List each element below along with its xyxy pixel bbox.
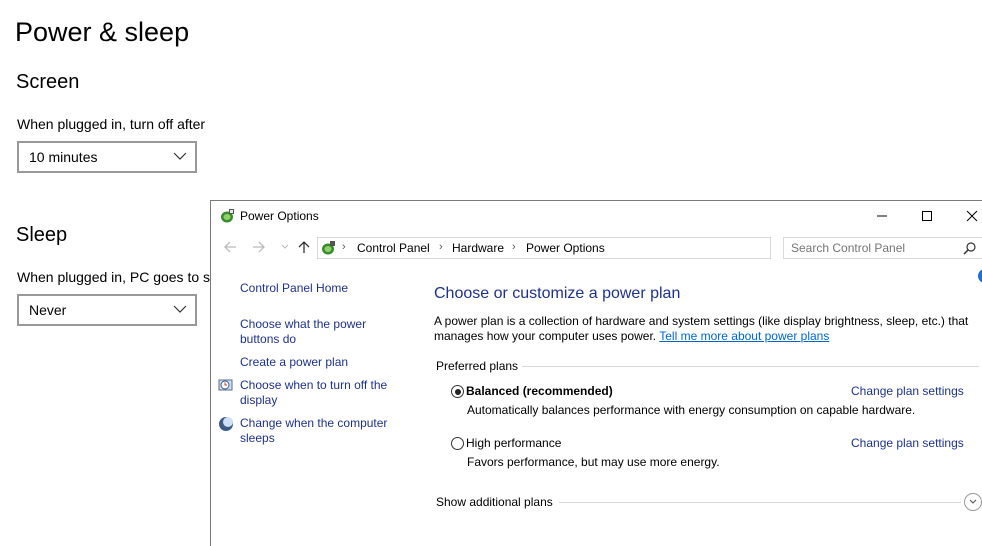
show-additional-plans-label[interactable]: Show additional plans	[436, 495, 553, 509]
maximize-icon	[921, 211, 932, 221]
moon-icon	[219, 417, 233, 431]
forward-arrow-icon	[253, 241, 265, 253]
page-title: Power & sleep	[15, 17, 190, 47]
help-icon[interactable]	[978, 269, 982, 283]
main-heading: Choose or customize a power plan	[434, 285, 681, 302]
sleep-timeout-value: Never	[29, 302, 67, 318]
nav-power-buttons[interactable]: Choose what the power buttons do	[240, 317, 405, 347]
divider	[559, 502, 961, 503]
search-input[interactable]	[791, 241, 956, 255]
plan-name-high-performance[interactable]: High performance	[466, 436, 561, 450]
breadcrumb-power-options[interactable]: Power Options	[526, 241, 605, 255]
chevron-down-icon	[969, 499, 977, 504]
high-performance-radio[interactable]	[451, 437, 464, 450]
expand-additional-plans-button[interactable]	[964, 493, 982, 511]
plan-description-balanced: Automatically balances performance with …	[467, 403, 916, 417]
nav-create-power-plan[interactable]: Create a power plan	[240, 355, 405, 370]
sleep-plugged-label: When plugged in, PC goes to sl	[17, 269, 214, 285]
screen-plugged-label: When plugged in, turn off after	[17, 116, 206, 132]
change-plan-settings-balanced[interactable]: Change plan settings	[851, 384, 964, 398]
up-button[interactable]	[295, 238, 313, 256]
back-arrow-icon	[224, 241, 236, 253]
plan-description-high-performance: Favors performance, but may use more ene…	[467, 455, 720, 469]
clock-monitor-icon	[218, 379, 233, 391]
nav-computer-sleeps[interactable]: Change when the computer sleeps	[240, 416, 405, 446]
divider	[522, 366, 979, 367]
close-icon	[966, 210, 977, 222]
search-control-panel[interactable]	[783, 237, 982, 259]
nav-turn-off-display[interactable]: Choose when to turn off the display	[240, 378, 405, 408]
plan-name-balanced[interactable]: Balanced (recommended)	[466, 384, 613, 398]
power-options-window: Power Options › Control Panel › Hardware…	[210, 200, 982, 546]
window-title: Power Options	[240, 209, 319, 223]
maximize-button[interactable]	[904, 201, 949, 231]
preferred-plans-heading: Preferred plans	[436, 359, 519, 373]
breadcrumb-separator: ›	[342, 241, 346, 253]
power-options-app-icon	[221, 209, 234, 223]
breadcrumb-hardware[interactable]: Hardware	[452, 241, 504, 255]
sleep-heading: Sleep	[16, 224, 68, 246]
address-bar-row: › Control Panel › Hardware › Power Optio…	[211, 235, 982, 261]
back-button[interactable]	[221, 238, 239, 256]
chevron-down-icon	[173, 305, 187, 313]
main-description: A power plan is a collection of hardware…	[434, 314, 979, 344]
screen-heading: Screen	[16, 71, 80, 93]
balanced-radio[interactable]	[451, 385, 464, 398]
search-icon	[963, 242, 976, 255]
nav-control-panel-home[interactable]: Control Panel Home	[240, 281, 405, 296]
chevron-down-icon	[173, 152, 187, 160]
breadcrumb-separator: ›	[439, 241, 443, 253]
control-panel-icon	[322, 241, 335, 255]
screen-timeout-dropdown[interactable]: 10 minutes	[17, 141, 197, 173]
screen-timeout-value: 10 minutes	[29, 149, 98, 165]
title-bar[interactable]: Power Options	[211, 201, 982, 231]
breadcrumb-separator: ›	[512, 241, 516, 253]
minimize-button[interactable]	[859, 201, 904, 231]
chevron-down-icon	[281, 244, 289, 249]
sleep-timeout-dropdown[interactable]: Never	[17, 294, 197, 326]
minimize-icon	[876, 215, 887, 217]
address-bar[interactable]: › Control Panel › Hardware › Power Optio…	[317, 237, 874, 259]
up-arrow-icon	[298, 241, 310, 253]
learn-more-link[interactable]: Tell me more about power plans	[659, 329, 829, 343]
breadcrumb-control-panel[interactable]: Control Panel	[357, 241, 430, 255]
recent-locations-button[interactable]	[276, 238, 294, 256]
close-button[interactable]	[949, 201, 982, 231]
change-plan-settings-high-performance[interactable]: Change plan settings	[851, 436, 964, 450]
forward-button[interactable]	[250, 238, 268, 256]
